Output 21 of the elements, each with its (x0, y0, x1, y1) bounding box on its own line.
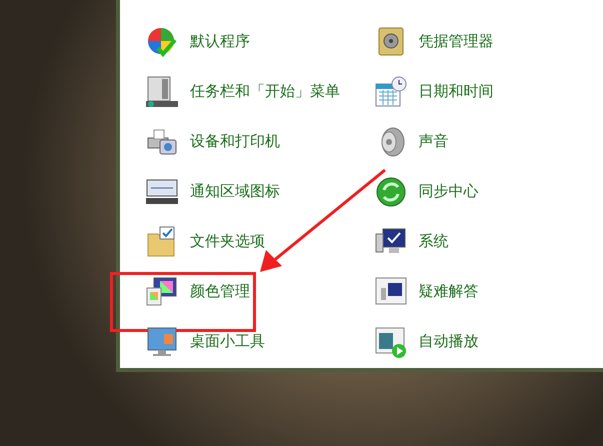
sync-icon (374, 176, 406, 208)
control-panel-link[interactable]: 日期和时间 (418, 80, 494, 104)
control-panel-link[interactable]: 文件夹选项 (190, 230, 265, 254)
control-panel-link[interactable]: 同步中心 (418, 180, 478, 204)
monitor-icon (146, 326, 178, 358)
control-panel-link[interactable]: 通知区域图标 (190, 180, 280, 204)
play-window-icon (374, 326, 406, 358)
control-panel-link[interactable]: 声音 (418, 130, 448, 154)
control-panel-link[interactable]: 默认程序 (190, 30, 250, 54)
control-panel-link[interactable]: 颜色管理 (190, 280, 250, 304)
control-panel-link[interactable]: 桌面小工具 (190, 330, 265, 354)
calendar-clock-icon (374, 76, 406, 108)
control-panel-link[interactable]: 凭据管理器 (418, 30, 494, 54)
control-panel-link[interactable]: 疑难解答 (418, 280, 478, 304)
taskbar-window-icon (146, 76, 178, 108)
globe-check-icon (146, 26, 178, 58)
control-panel-link[interactable]: 任务栏和「开始」菜单 (190, 80, 340, 104)
control-panel-link[interactable]: 系统 (418, 230, 448, 254)
control-panel-link[interactable]: 设备和打印机 (190, 130, 280, 154)
control-panel-link[interactable]: 自动播放 (418, 330, 478, 354)
color-monitor-icon (146, 276, 178, 308)
